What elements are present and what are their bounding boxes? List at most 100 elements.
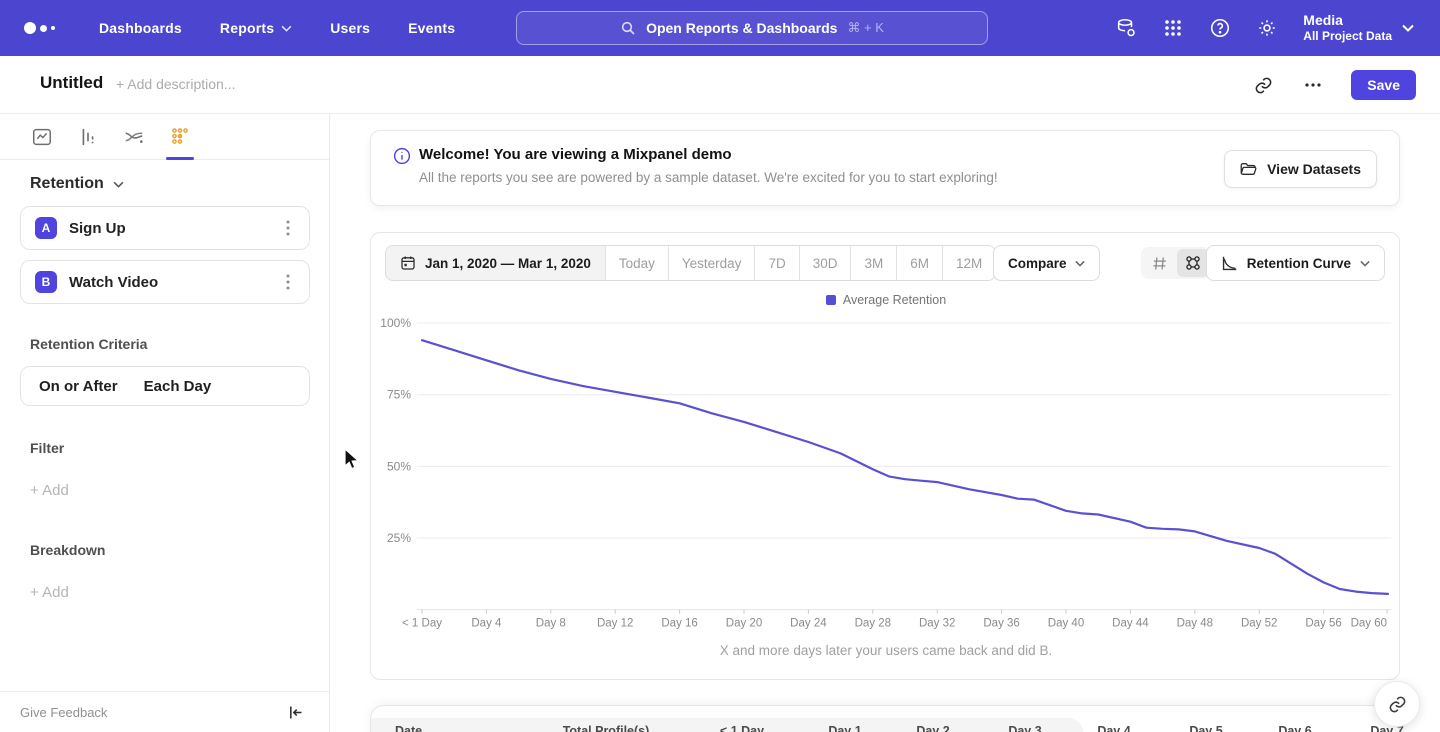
save-button[interactable]: Save xyxy=(1351,70,1416,100)
step-options-icon[interactable] xyxy=(279,219,297,237)
retention-chart-card: Jan 1, 2020 — Mar 1, 2020 TodayYesterday… xyxy=(370,232,1400,680)
y-tick-label: 100% xyxy=(380,316,411,330)
filter-add-button[interactable]: + Add xyxy=(30,482,69,499)
tab-retention[interactable] xyxy=(168,125,192,149)
report-type-tabs xyxy=(0,114,329,160)
retention-line-series[interactable] xyxy=(422,340,1388,594)
demo-welcome-banner: Welcome! You are viewing a Mixpanel demo… xyxy=(370,130,1400,206)
top-navbar: Dashboards Reports Users Events Open Report… xyxy=(0,0,1440,56)
x-tick-label: Day 8 xyxy=(536,618,566,630)
x-tick-label: Day 52 xyxy=(1241,618,1277,630)
x-tick-label: Day 24 xyxy=(790,618,827,630)
x-tick-label: Day 56 xyxy=(1305,618,1341,630)
report-type-dropdown[interactable]: Retention xyxy=(30,175,124,193)
more-options-icon[interactable] xyxy=(1301,73,1325,97)
table-column-header: Day 5 xyxy=(1189,724,1222,732)
banner-title: Welcome! You are viewing a Mixpanel demo xyxy=(419,146,732,163)
apps-grid-icon[interactable] xyxy=(1162,17,1184,39)
settings-gear-icon[interactable] xyxy=(1256,17,1278,39)
x-tick-label: Day 4 xyxy=(471,618,502,630)
search-label: Open Reports & Dashboards xyxy=(646,20,837,36)
tab-funnels[interactable] xyxy=(76,125,100,149)
report-type-label: Retention xyxy=(30,175,104,193)
tab-insights[interactable] xyxy=(30,125,54,149)
project-switcher[interactable]: Media All Project Data xyxy=(1303,12,1414,44)
criteria-each-day[interactable]: Each Day xyxy=(144,378,212,395)
criteria-on-or-after[interactable]: On or After xyxy=(39,378,118,395)
retention-table-card: Date Total Profile(s) < 1 Day Day 1 Day 2 Day… xyxy=(370,705,1400,732)
table-column-header: Day 2 xyxy=(916,724,949,732)
folder-icon xyxy=(1240,161,1258,177)
table-column-header: Day 1 xyxy=(828,724,861,732)
nav-item-users[interactable]: Users xyxy=(330,20,370,36)
active-tab-indicator xyxy=(166,157,194,160)
report-actions: Save xyxy=(1251,56,1416,114)
banner-subtitle: All the reports you see are powered by a… xyxy=(419,170,998,185)
x-tick-label: Day 12 xyxy=(597,618,633,630)
retention-criteria-heading: Retention Criteria xyxy=(30,336,147,352)
x-tick-label: Day 36 xyxy=(983,618,1019,630)
link-icon xyxy=(1388,695,1407,714)
nav-item-label: Dashboards xyxy=(99,20,182,36)
step-badge-b: B xyxy=(35,271,57,293)
data-management-icon[interactable] xyxy=(1115,17,1137,39)
nav-item-reports[interactable]: Reports xyxy=(220,20,292,36)
nav-item-dashboards[interactable]: Dashboards xyxy=(99,20,182,36)
x-tick-label: Day 44 xyxy=(1112,618,1149,630)
info-icon xyxy=(393,147,411,170)
chevron-down-icon xyxy=(281,25,292,32)
report-header: Untitled + Add description... Save xyxy=(0,56,1440,114)
x-tick-label: Day 48 xyxy=(1177,618,1213,630)
table-column-header: Total Profile(s) xyxy=(563,724,650,732)
give-feedback-link[interactable]: Give Feedback xyxy=(20,705,107,720)
table-column-header: Day 3 xyxy=(1008,724,1041,732)
help-icon[interactable] xyxy=(1209,17,1231,39)
step-card-a[interactable]: A Sign Up xyxy=(20,206,310,250)
mixpanel-logo-icon[interactable] xyxy=(24,22,55,34)
step-label-b: Watch Video xyxy=(69,274,158,291)
y-tick-label: 25% xyxy=(387,531,411,545)
mixpanel-app: Dashboards Reports Users Events Open Report… xyxy=(0,0,1440,732)
nav-item-label: Events xyxy=(408,20,455,36)
filter-heading: Filter xyxy=(30,440,64,456)
search-icon xyxy=(620,20,636,36)
chart-caption: X and more days later your users came ba… xyxy=(371,643,1401,658)
x-tick-label: Day 20 xyxy=(726,618,762,630)
chevron-down-icon xyxy=(113,181,124,188)
view-datasets-button[interactable]: View Datasets xyxy=(1224,150,1377,188)
search-shortcut: ⌘ + K xyxy=(847,20,884,36)
project-name: Media xyxy=(1303,12,1392,29)
collapse-sidebar-icon[interactable] xyxy=(283,700,307,724)
retention-criteria-selector[interactable]: On or After Each Day xyxy=(20,366,310,406)
x-tick-label: Day 28 xyxy=(855,618,891,630)
copy-link-icon[interactable] xyxy=(1251,73,1275,97)
table-column-header: Day 6 xyxy=(1278,724,1311,732)
project-subtitle: All Project Data xyxy=(1303,29,1392,44)
report-canvas: Welcome! You are viewing a Mixpanel demo… xyxy=(330,114,1440,732)
y-tick-label: 75% xyxy=(387,388,411,402)
table-column-header: Day 4 xyxy=(1097,724,1130,732)
global-search-input[interactable]: Open Reports & Dashboards ⌘ + K xyxy=(516,11,988,45)
table-column-header: Date xyxy=(395,724,422,732)
chevron-down-icon xyxy=(1402,24,1414,32)
y-tick-label: 50% xyxy=(387,459,411,473)
add-description-field[interactable]: + Add description... xyxy=(116,76,235,92)
view-datasets-label: View Datasets xyxy=(1267,161,1361,177)
nav-item-events[interactable]: Events xyxy=(408,20,455,36)
x-tick-label: Day 32 xyxy=(919,618,955,630)
x-tick-label: < 1 Day xyxy=(402,618,442,630)
breakdown-heading: Breakdown xyxy=(30,542,105,558)
breakdown-add-button[interactable]: + Add xyxy=(30,584,69,601)
table-column-header: < 1 Day xyxy=(720,724,764,732)
tab-flows[interactable] xyxy=(122,125,146,149)
floating-share-link-button[interactable] xyxy=(1374,681,1420,727)
step-label-a: Sign Up xyxy=(69,220,126,237)
x-tick-label: Day 40 xyxy=(1048,618,1084,630)
retention-curve-chart[interactable]: 100% 75% 50% 25% < 1 Day Day 4 Day 8 Day 12 Day … xyxy=(371,233,1401,633)
query-sidebar: Retention A Sign Up B Watch Video Retent… xyxy=(0,114,330,732)
report-title[interactable]: Untitled xyxy=(40,73,103,93)
nav-item-label: Reports xyxy=(220,20,274,36)
step-card-b[interactable]: B Watch Video xyxy=(20,260,310,304)
step-options-icon[interactable] xyxy=(279,273,297,291)
step-badge-a: A xyxy=(35,217,57,239)
